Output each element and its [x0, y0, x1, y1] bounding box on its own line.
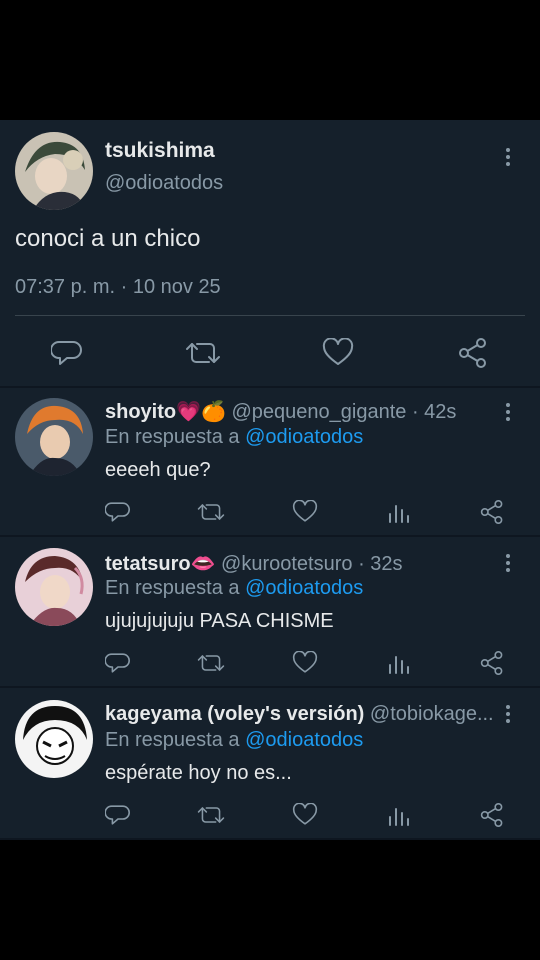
retweet-icon[interactable] [185, 338, 221, 368]
avatar-kageyama[interactable] [15, 700, 93, 778]
reply-3-context: En respuesta a @odioatodos [105, 729, 363, 752]
retweet-icon[interactable] [197, 803, 225, 827]
avatar-shoyito[interactable] [15, 398, 93, 476]
reply-2-context: En respuesta a @odioatodos [105, 577, 363, 600]
reply-3-handle-time[interactable]: @tobiokage... [370, 703, 494, 725]
reply-1-name-emoji: 💗🍊 [176, 401, 226, 423]
tweet-thread-panel: tsukishima @odioatodos conoci a un chico… [0, 120, 540, 840]
reply-2-handle-time[interactable]: @kurootetsuro · 32s [221, 553, 403, 575]
reply-1-display-name[interactable]: shoyito [105, 401, 176, 423]
divider [15, 315, 525, 316]
main-tweet-timestamp: 07:37 p. m. · 10 nov 25 [15, 276, 221, 298]
divider [0, 838, 540, 840]
heart-icon[interactable] [292, 651, 318, 675]
retweet-icon[interactable] [197, 651, 225, 675]
reply-1-prefix: En respuesta a [105, 426, 240, 448]
more-vertical-icon[interactable] [505, 148, 511, 169]
avatar-tetatsuro[interactable] [15, 548, 93, 626]
stats-icon[interactable] [386, 500, 410, 524]
main-display-name[interactable]: tsukishima [105, 139, 215, 163]
share-icon[interactable] [479, 651, 505, 675]
reply-2-prefix: En respuesta a [105, 577, 240, 599]
reply-2-text: ujujujujuju PASA CHISME [105, 610, 334, 632]
reply-2-display-name[interactable]: tetatsuro [105, 553, 191, 575]
reply-icon[interactable] [105, 651, 131, 675]
reply-1-handle-time[interactable]: @pequeno_gigante · 42s [232, 401, 457, 423]
reply-icon[interactable] [105, 500, 131, 524]
heart-icon[interactable] [292, 500, 318, 524]
reply-1-context: En respuesta a @odioatodos [105, 426, 363, 449]
main-handle[interactable]: @odioatodos [105, 172, 223, 195]
share-icon[interactable] [479, 803, 505, 827]
retweet-icon[interactable] [197, 500, 225, 524]
reply-icon[interactable] [105, 803, 131, 827]
divider [0, 386, 540, 388]
reply-3-prefix: En respuesta a [105, 729, 240, 751]
reply-3-text: espérate hoy no es... [105, 762, 292, 784]
more-vertical-icon[interactable] [505, 705, 511, 726]
reply-3-display-name[interactable]: kageyama (voley's versión) [105, 703, 364, 725]
heart-icon[interactable] [322, 338, 354, 368]
reply-3-header: kageyama (voley's versión) @tobiokage... [105, 703, 494, 726]
stats-icon[interactable] [386, 803, 410, 827]
share-icon[interactable] [479, 500, 505, 524]
more-vertical-icon[interactable] [505, 554, 511, 575]
more-vertical-icon[interactable] [505, 403, 511, 424]
reply-2-name-emoji: 👄 [190, 553, 216, 575]
heart-icon[interactable] [292, 803, 318, 827]
main-tweet-text: conoci a un chico [15, 225, 201, 252]
reply-1-header: shoyito💗🍊 @pequeno_gigante · 42s [105, 399, 456, 424]
reply-1-text: eeeeh que? [105, 459, 211, 481]
stats-icon[interactable] [386, 651, 410, 675]
reply-2-header: tetatsuro👄 @kurootetsuro · 32s [105, 551, 403, 576]
divider [0, 535, 540, 537]
share-icon[interactable] [457, 338, 489, 368]
reply-icon[interactable] [51, 338, 83, 368]
divider [0, 686, 540, 688]
reply-3-mention[interactable]: @odioatodos [245, 729, 363, 751]
reply-1-mention[interactable]: @odioatodos [245, 426, 363, 448]
reply-2-mention[interactable]: @odioatodos [245, 577, 363, 599]
avatar-tsukishima[interactable] [15, 132, 93, 210]
